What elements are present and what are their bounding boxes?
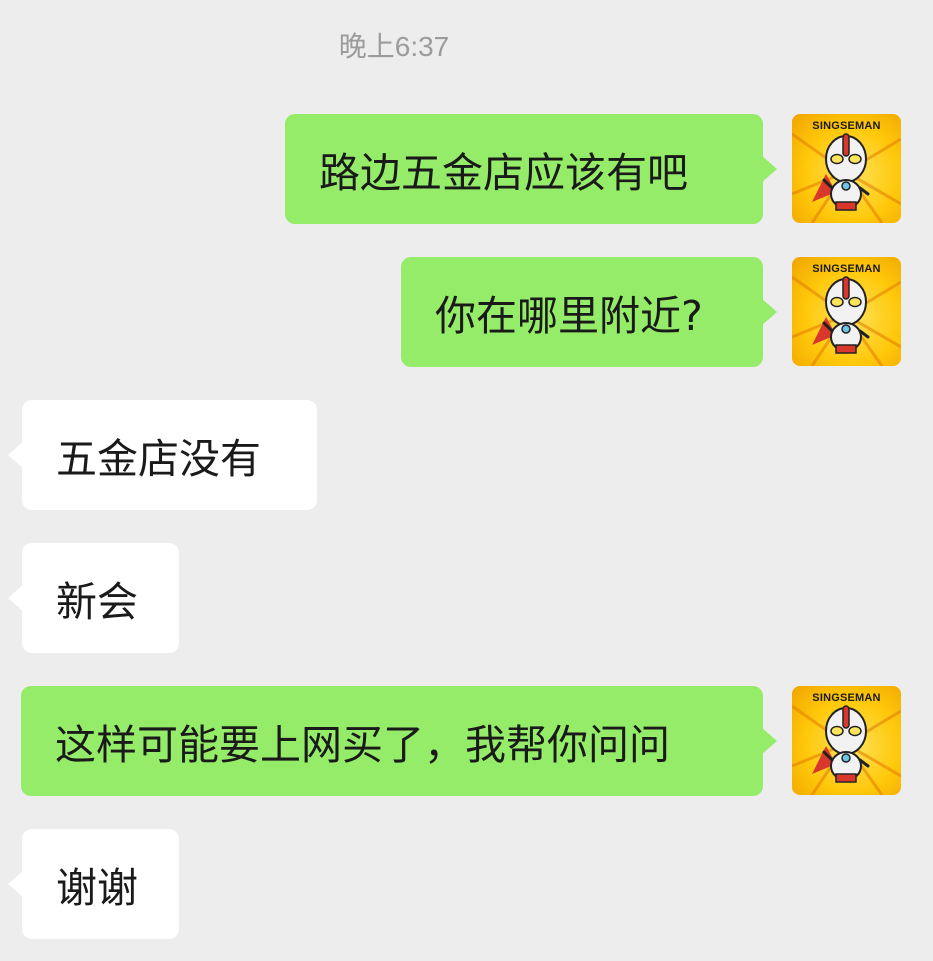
- message-text: 五金店没有: [56, 435, 261, 483]
- message-bubble-received[interactable]: 五金店没有: [8, 400, 317, 510]
- avatar-label: SINGSEMAN: [812, 263, 881, 275]
- avatar[interactable]: SINGSEMAN: [792, 114, 901, 223]
- avatar-label: SINGSEMAN: [812, 692, 881, 704]
- message-text: 谢谢: [56, 864, 138, 912]
- message-bubble-sent[interactable]: 路边五金店应该有吧: [285, 114, 777, 224]
- message-text: 新会: [56, 578, 138, 626]
- message-bubble-received[interactable]: 谢谢: [8, 829, 179, 939]
- avatar-label: SINGSEMAN: [812, 120, 881, 132]
- message-text: 这样可能要上网买了，我帮你问问: [55, 721, 670, 769]
- message-text: 你在哪里附近?: [435, 292, 703, 340]
- message-bubble-received[interactable]: 新会: [8, 543, 179, 653]
- avatar[interactable]: SINGSEMAN: [792, 686, 901, 795]
- message-timestamp: 晚上6:37: [338, 31, 450, 62]
- message-text: 路边五金店应该有吧: [319, 149, 688, 197]
- message-bubble-sent[interactable]: 你在哪里附近?: [401, 257, 777, 367]
- message-bubble-sent[interactable]: 这样可能要上网买了，我帮你问问: [21, 686, 777, 796]
- avatar[interactable]: SINGSEMAN: [792, 257, 901, 366]
